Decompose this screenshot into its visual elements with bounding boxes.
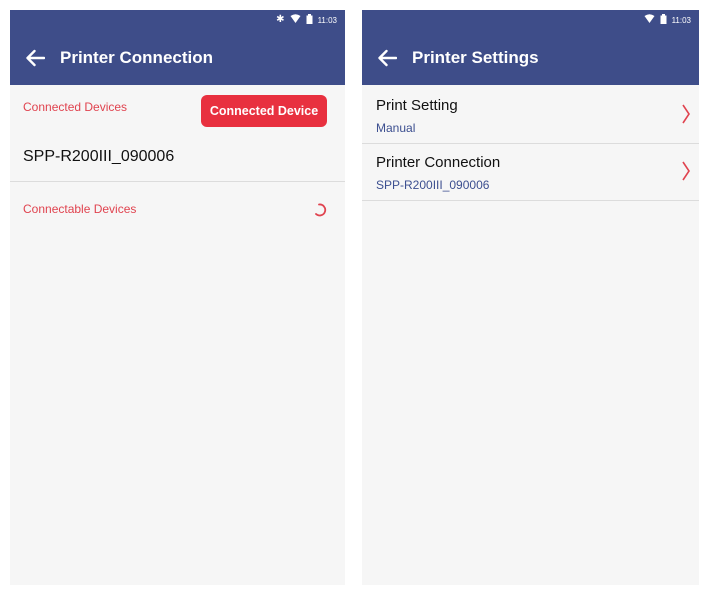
- connectable-devices-label: Connectable Devices: [23, 202, 137, 216]
- wifi-icon: [290, 13, 301, 27]
- wifi-icon: [644, 13, 655, 27]
- status-bar: ✱ 11:03: [10, 10, 345, 30]
- back-arrow-icon[interactable]: [362, 49, 412, 67]
- row-title: Printer Connection: [376, 154, 501, 171]
- back-arrow-icon[interactable]: [10, 49, 60, 67]
- chevron-right-icon: [681, 103, 691, 130]
- status-time: 11:03: [317, 15, 337, 25]
- printer-connection-row[interactable]: Printer Connection SPP-R200III_090006: [362, 144, 699, 200]
- print-setting-row[interactable]: Print Setting Manual: [362, 87, 699, 143]
- row-title: Print Setting: [376, 97, 458, 114]
- printer-settings-screen: 11:03 Printer Settings Print Setting Man…: [362, 10, 699, 585]
- divider: [362, 200, 699, 201]
- battery-icon: [306, 13, 313, 27]
- page-title: Printer Connection: [60, 47, 214, 67]
- bluetooth-icon: ✱: [276, 14, 285, 25]
- status-bar: 11:03: [362, 10, 699, 30]
- page-title: Printer Settings: [412, 47, 539, 67]
- connected-devices-label: Connected Devices: [23, 100, 128, 114]
- status-time: 11:03: [671, 15, 691, 25]
- connected-device-name[interactable]: SPP-R200III_090006: [23, 148, 174, 166]
- connected-device-button[interactable]: Connected Device: [201, 95, 327, 127]
- chevron-right-icon: [681, 160, 691, 187]
- divider: [10, 181, 345, 182]
- toolbar: Printer Settings: [362, 30, 699, 85]
- row-value: Manual: [376, 121, 416, 135]
- toolbar: Printer Connection: [10, 30, 345, 85]
- battery-icon: [660, 13, 667, 27]
- row-value: SPP-R200III_090006: [376, 178, 490, 192]
- printer-connection-screen: ✱ 11:03 Printer Connection Connected Dev…: [10, 10, 345, 585]
- refresh-icon[interactable]: [315, 203, 327, 222]
